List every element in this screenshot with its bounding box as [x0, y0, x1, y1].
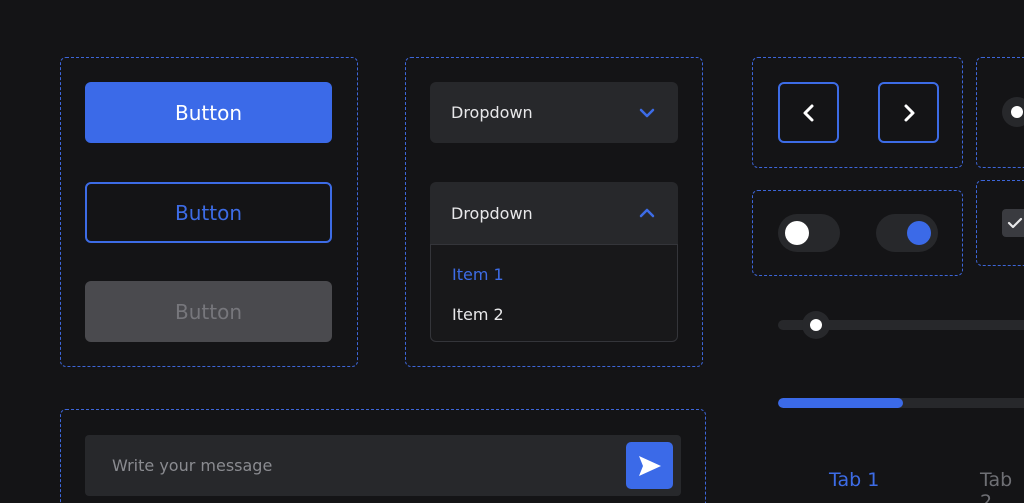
previous-button[interactable]	[778, 82, 839, 143]
tab-2[interactable]: Tab 2	[980, 469, 1024, 503]
dropdown-closed-label: Dropdown	[451, 103, 533, 122]
dropdown-open-label: Dropdown	[451, 203, 533, 223]
toggle-on[interactable]	[876, 214, 938, 252]
radio-button[interactable]	[1002, 97, 1024, 127]
chevron-right-icon	[904, 104, 914, 121]
chevron-up-icon	[639, 208, 655, 218]
slider-handle[interactable]	[802, 311, 830, 339]
next-button[interactable]	[878, 82, 939, 143]
progress-bar	[778, 398, 1024, 408]
dropdown-open[interactable]: Dropdown	[430, 182, 678, 244]
toggle-on-knob	[907, 221, 931, 245]
progress-bar-fill	[778, 398, 904, 408]
dropdown-menu: Item 1 Item 2	[430, 244, 678, 342]
disabled-button: Button	[85, 281, 332, 342]
primary-button[interactable]: Button	[85, 82, 332, 143]
send-icon	[638, 455, 661, 476]
message-input[interactable]	[85, 435, 681, 496]
chevron-down-icon	[639, 108, 655, 117]
toggle-off-knob	[785, 221, 809, 245]
dropdown-option-item-2[interactable]: Item 2	[452, 305, 504, 324]
checkbox[interactable]	[1002, 209, 1024, 237]
send-button[interactable]	[626, 442, 673, 489]
outline-button[interactable]: Button	[85, 182, 332, 243]
toggle-off[interactable]	[778, 214, 840, 252]
dropdown-option-item-1[interactable]: Item 1	[452, 265, 504, 284]
tab-1[interactable]: Tab 1	[829, 469, 879, 491]
dropdown-closed[interactable]: Dropdown	[430, 82, 678, 143]
check-icon	[1007, 217, 1023, 229]
chevron-left-icon	[803, 104, 813, 121]
